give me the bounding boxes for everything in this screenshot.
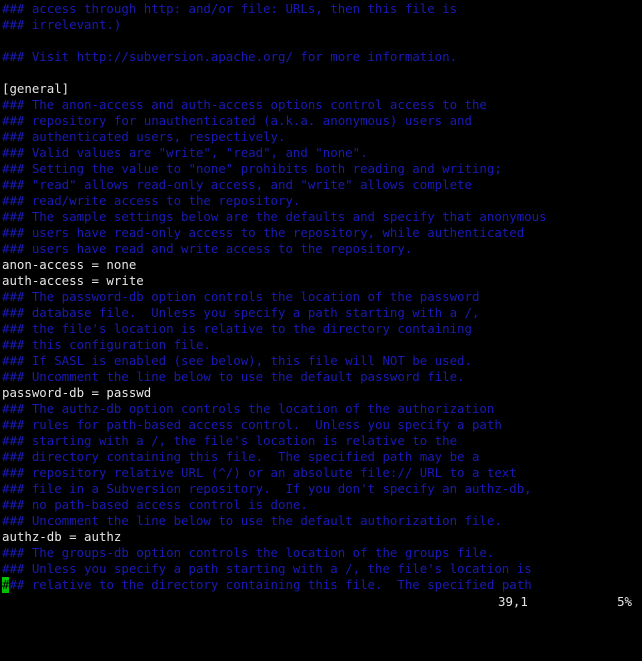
config-line[interactable] xyxy=(2,33,642,49)
comment-line[interactable]: ### users have read and write access to … xyxy=(2,241,642,257)
editor-buffer[interactable]: ### access through http: and/or file: UR… xyxy=(2,1,642,593)
config-line[interactable]: anon-access = none xyxy=(2,257,642,273)
comment-line[interactable]: ### no path-based access control is done… xyxy=(2,497,642,513)
terminal-window[interactable]: ### access through http: and/or file: UR… xyxy=(0,0,642,610)
scroll-percentage: 5% xyxy=(617,594,632,609)
config-line[interactable]: authz-db = authz xyxy=(2,529,642,545)
cursor-line[interactable]: ### relative to the directory containing… xyxy=(2,577,642,593)
comment-line[interactable]: ### Visit http://subversion.apache.org/ … xyxy=(2,49,642,65)
comment-line[interactable]: ### Uncomment the line below to use the … xyxy=(2,513,642,529)
comment-line[interactable]: ### authenticated users, respectively. xyxy=(2,129,642,145)
comment-line[interactable]: ### rules for path-based access control.… xyxy=(2,417,642,433)
config-line[interactable]: auth-access = write xyxy=(2,273,642,289)
config-line[interactable] xyxy=(2,65,642,81)
comment-line[interactable]: ### the file's location is relative to t… xyxy=(2,321,642,337)
comment-line[interactable]: ### The password-db option controls the … xyxy=(2,289,642,305)
comment-line[interactable]: ### The authz-db option controls the loc… xyxy=(2,401,642,417)
comment-line[interactable]: ### starting with a /, the file's locati… xyxy=(2,433,642,449)
comment-line[interactable]: ### repository relative URL (^/) or an a… xyxy=(2,465,642,481)
comment-line[interactable]: ### database file. Unless you specify a … xyxy=(2,305,642,321)
comment-line[interactable]: ### Setting the value to "none" prohibit… xyxy=(2,161,642,177)
comment-line[interactable]: ### The groups-db option controls the lo… xyxy=(2,545,642,561)
comment-line[interactable]: ### Uncomment the line below to use the … xyxy=(2,369,642,385)
comment-line[interactable]: ### read/write access to the repository. xyxy=(2,193,642,209)
comment-line[interactable]: ### this configuration file. xyxy=(2,337,642,353)
comment-line[interactable]: ### The sample settings below are the de… xyxy=(2,209,642,225)
comment-line[interactable]: ### users have read-only access to the r… xyxy=(2,225,642,241)
comment-line[interactable]: ### "read" allows read-only access, and … xyxy=(2,177,642,193)
cursor-position: 39,1 xyxy=(498,594,528,609)
comment-line[interactable]: ### Unless you specify a path starting w… xyxy=(2,561,642,577)
status-bar: 39,1 5% xyxy=(0,593,642,610)
comment-line[interactable]: ### Valid values are "write", "read", an… xyxy=(2,145,642,161)
comment-line[interactable]: ### access through http: and/or file: UR… xyxy=(2,1,642,17)
comment-line[interactable]: ### directory containing this file. The … xyxy=(2,449,642,465)
comment-line[interactable]: ### The anon-access and auth-access opti… xyxy=(2,97,642,113)
comment-line[interactable]: ### If SASL is enabled (see below), this… xyxy=(2,353,642,369)
cursor-line-text: ## relative to the directory containing … xyxy=(9,577,532,592)
comment-line[interactable]: ### repository for unauthenticated (a.k.… xyxy=(2,113,642,129)
config-line[interactable]: [general] xyxy=(2,81,642,97)
comment-line[interactable]: ### irrelevant.) xyxy=(2,17,642,33)
comment-line[interactable]: ### file in a Subversion repository. If … xyxy=(2,481,642,497)
config-line[interactable]: password-db = passwd xyxy=(2,385,642,401)
